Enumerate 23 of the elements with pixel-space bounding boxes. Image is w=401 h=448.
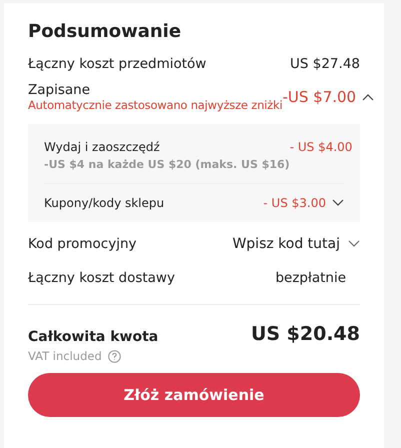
promo-code-label: Kod promocyjny [28, 236, 137, 252]
discount-value: - US $3.00 [263, 196, 326, 210]
expand-icon[interactable] [348, 240, 360, 248]
collapse-icon[interactable] [362, 93, 374, 101]
shipping-value: bezpłatnie [275, 270, 346, 286]
saved-note: Automatycznie zastosowano najwyższe zniżki [28, 98, 282, 112]
total-value: US $20.48 [250, 323, 360, 345]
items-total-label: Łączny koszt przedmiotów [28, 56, 206, 72]
items-total-value: US $27.48 [290, 56, 360, 72]
total-label: Całkowita kwota [28, 329, 158, 345]
discount-rule: -US $4 na każde US $20 (maks. US $16) [44, 158, 290, 171]
summary-title: Podsumowanie [28, 21, 182, 42]
help-icon[interactable] [108, 350, 121, 362]
promo-code-dropdown[interactable]: Wpisz kod tutaj [232, 236, 360, 252]
saved-value: -US $7.00 [282, 88, 356, 106]
discount-label: Kupony/kody sklepu [44, 196, 164, 210]
vat-note: VAT included [28, 349, 102, 363]
place-order-button[interactable]: Złóż zamówienie [28, 373, 360, 417]
saved-label: Zapisane [28, 82, 92, 98]
discount-label: Wydaj i zaoszczędź [44, 140, 161, 154]
expand-icon[interactable] [332, 199, 344, 207]
discount-value: - US $4.00 [290, 140, 352, 154]
shipping-label: Łączny koszt dostawy [28, 270, 175, 286]
